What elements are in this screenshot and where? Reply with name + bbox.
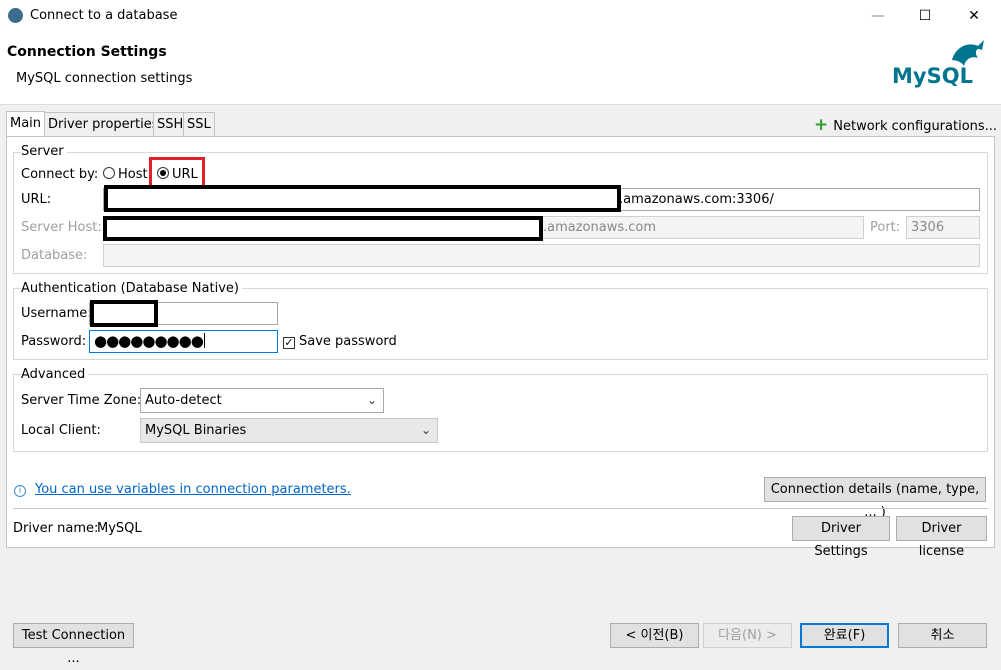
page-subtitle: MySQL connection settings xyxy=(16,71,193,86)
advanced-group-label: Advanced xyxy=(21,367,89,382)
tab-main[interactable]: Main xyxy=(6,111,46,137)
server-timezone-select[interactable]: Auto-detect ⌄ xyxy=(140,388,384,413)
database-input[interactable] xyxy=(103,244,980,267)
server-group-label: Server xyxy=(21,144,67,159)
info-row: i xyxy=(14,482,26,497)
database-label: Database: xyxy=(21,248,88,263)
url-radio[interactable]: URL xyxy=(157,167,198,182)
host-radio[interactable]: Host xyxy=(103,167,148,182)
local-client-label: Local Client: xyxy=(21,423,101,438)
checkmark-icon: ✓ xyxy=(283,336,295,349)
save-password-checkbox[interactable]: ✓ Save password xyxy=(283,334,397,349)
variables-help-link[interactable]: You can use variables in connection para… xyxy=(35,482,351,497)
username-redaction xyxy=(90,300,158,327)
network-configurations-link[interactable]: + Network configurations... xyxy=(814,115,997,135)
password-label: Password: xyxy=(21,334,87,349)
username-label: Username: xyxy=(21,306,92,321)
title-bar: Connect to a database — ☐ ✕ xyxy=(0,0,1001,32)
url-radio-button[interactable] xyxy=(157,167,169,179)
url-redaction xyxy=(104,185,621,212)
server-host-value: .amazonaws.com xyxy=(543,220,657,235)
local-client-value: MySQL Binaries xyxy=(145,423,247,438)
host-radio-label: Host xyxy=(118,167,148,182)
next-button[interactable]: 다음(N) > xyxy=(703,623,792,648)
port-label: Port: xyxy=(870,220,901,235)
password-value: ●●●●●●●●● xyxy=(94,332,204,350)
info-icon: i xyxy=(14,485,26,497)
url-label: URL: xyxy=(21,192,52,207)
chevron-down-icon: ⌄ xyxy=(420,423,431,437)
minimize-button[interactable]: — xyxy=(855,0,901,32)
auth-group-label: Authentication (Database Native) xyxy=(21,281,242,296)
close-button[interactable]: ✕ xyxy=(951,0,997,32)
mysql-logo: MySQL xyxy=(890,36,990,92)
local-client-select[interactable]: MySQL Binaries ⌄ xyxy=(140,418,438,443)
url-radio-label: URL xyxy=(172,167,198,182)
server-host-label: Server Host: xyxy=(21,220,102,235)
dialog-header: Connection Settings MySQL connection set… xyxy=(0,32,1001,105)
connect-by-label: Connect by: xyxy=(21,167,99,182)
maximize-button[interactable]: ☐ xyxy=(902,0,948,32)
plus-icon: + xyxy=(814,115,829,135)
tab-ssl[interactable]: SSL xyxy=(183,112,215,136)
server-timezone-value: Auto-detect xyxy=(145,393,222,408)
back-button[interactable]: < 이전(B) xyxy=(610,623,699,648)
host-redaction xyxy=(103,216,543,241)
cancel-button[interactable]: 취소 xyxy=(898,623,987,648)
driver-license-button[interactable]: Driver license xyxy=(896,516,987,559)
page-title: Connection Settings xyxy=(7,44,167,60)
server-timezone-label: Server Time Zone: xyxy=(21,393,142,408)
tab-driver-properties[interactable]: Driver properties xyxy=(44,112,163,136)
save-password-label: Save password xyxy=(299,334,397,349)
finish-button[interactable]: 완료(F) xyxy=(800,623,889,648)
password-input[interactable]: ●●●●●●●●● xyxy=(89,330,278,353)
driver-settings-button[interactable]: Driver Settings xyxy=(792,516,890,559)
window-title: Connect to a database xyxy=(30,8,178,23)
network-configurations-label: Network configurations... xyxy=(833,119,998,134)
app-icon xyxy=(8,8,23,23)
url-value: .amazonaws.com:3306/ xyxy=(619,192,774,207)
driver-name-label: Driver name: xyxy=(13,521,99,536)
divider xyxy=(13,508,988,509)
driver-name-value: MySQL xyxy=(97,521,142,536)
test-connection-button[interactable]: Test Connection ... xyxy=(13,623,134,666)
mysql-logo-text: MySQL xyxy=(892,64,973,88)
host-radio-button[interactable] xyxy=(103,167,115,179)
chevron-down-icon: ⌄ xyxy=(366,393,377,407)
connection-details-button[interactable]: Connection details (name, type, ... ) xyxy=(764,477,986,520)
port-input[interactable]: 3306 xyxy=(906,216,980,239)
